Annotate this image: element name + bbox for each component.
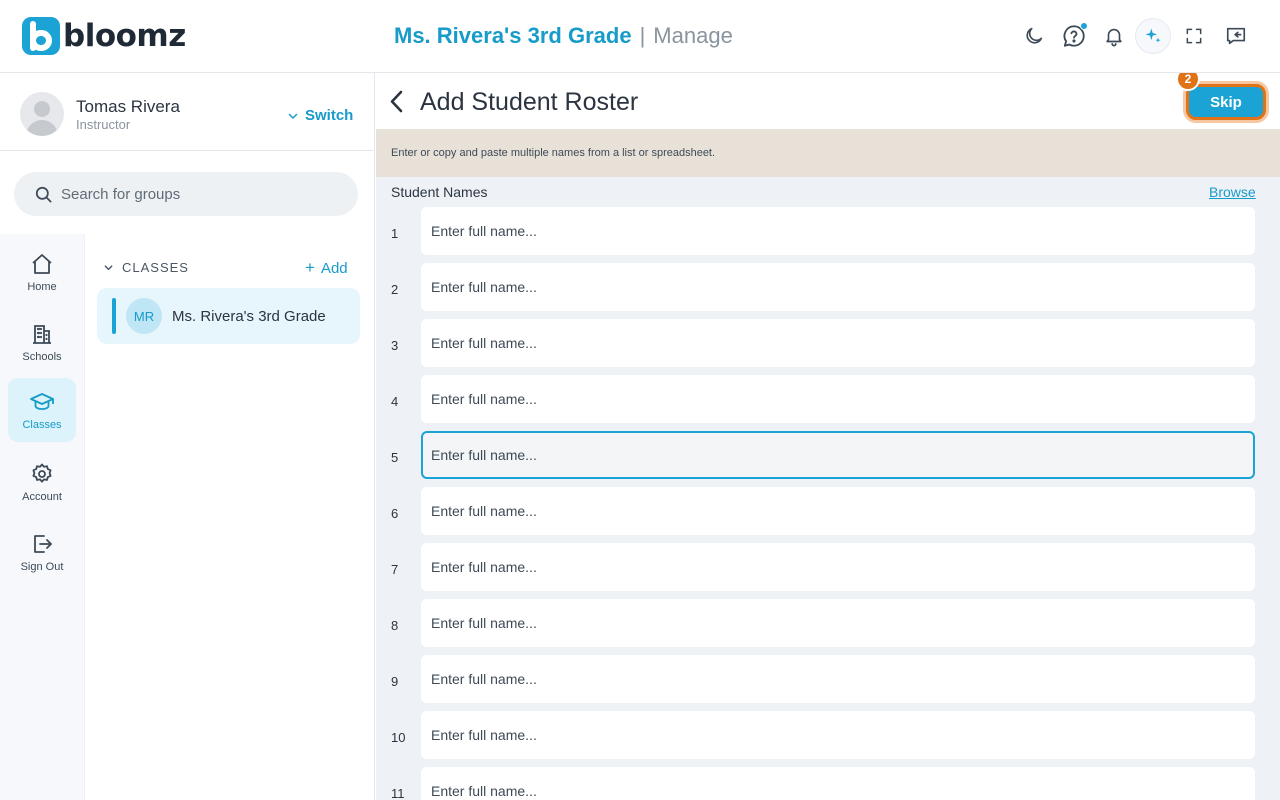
student-name-input[interactable] <box>421 375 1255 423</box>
notification-dot <box>1080 22 1088 30</box>
main-content: Add Student Roster Skip 2 Enter or copy … <box>376 73 1280 800</box>
chevron-down-icon <box>288 113 298 119</box>
profile-role: Instructor <box>76 117 131 132</box>
logo-text: bloomz <box>63 18 186 54</box>
nav-sign-out[interactable]: Sign Out <box>8 520 76 584</box>
row-number: 5 <box>391 450 399 465</box>
back-button[interactable] <box>386 89 408 115</box>
student-row: 2 <box>376 263 1280 319</box>
class-name: Ms. Rivera's 3rd Grade <box>172 308 326 325</box>
student-name-input[interactable] <box>421 543 1255 591</box>
logo-mark-icon <box>22 17 60 55</box>
row-number: 11 <box>391 786 405 800</box>
selected-indicator <box>112 298 116 334</box>
sparkle-icon[interactable] <box>1135 18 1171 54</box>
feedback-icon[interactable] <box>1218 18 1254 54</box>
profile-header: Tomas Rivera Instructor Switch <box>0 73 375 151</box>
graduation-cap-icon <box>30 393 54 410</box>
student-row: 8 <box>376 599 1280 655</box>
nav-schools-label: Schools <box>22 351 62 363</box>
help-icon[interactable] <box>1056 18 1092 54</box>
gear-icon <box>32 463 52 483</box>
group-list-panel: CLASSES + Add MR Ms. Rivera's 3rd Grade <box>85 234 375 800</box>
student-row: 11 <box>376 767 1280 800</box>
student-row: 10 <box>376 711 1280 767</box>
nav-account[interactable]: Account <box>8 450 76 514</box>
class-list-item[interactable]: MR Ms. Rivera's 3rd Grade <box>97 288 360 344</box>
student-row: 4 <box>376 375 1280 431</box>
nav-home[interactable]: Home <box>8 240 76 304</box>
chevron-down-icon <box>104 265 113 271</box>
student-name-input[interactable] <box>421 599 1255 647</box>
nav-classes-label: Classes <box>22 419 62 431</box>
page-title: Add Student Roster <box>420 88 639 116</box>
row-number: 4 <box>391 394 399 409</box>
group-search[interactable] <box>14 172 358 216</box>
class-initials-avatar: MR <box>126 298 162 334</box>
left-panel: Tomas Rivera Instructor Switch Home Scho… <box>0 73 375 800</box>
student-names-label: Student Names <box>391 184 488 200</box>
instruction-banner: Enter or copy and paste multiple names f… <box>376 129 1280 177</box>
header-separator: | <box>639 23 646 48</box>
student-name-input[interactable] <box>421 767 1255 800</box>
plus-icon: + <box>305 258 315 277</box>
avatar[interactable] <box>20 92 64 136</box>
row-number: 2 <box>391 282 399 297</box>
student-name-input[interactable] <box>421 431 1255 479</box>
browse-link[interactable]: Browse <box>1209 184 1256 200</box>
student-name-input[interactable] <box>421 263 1255 311</box>
fullscreen-icon[interactable] <box>1176 18 1212 54</box>
student-name-input[interactable] <box>421 655 1255 703</box>
row-number: 1 <box>391 226 399 241</box>
page-context-title: Ms. Rivera's 3rd Grade | Manage <box>394 22 733 50</box>
switch-label: Switch <box>305 107 354 124</box>
bloomz-logo[interactable]: bloomz <box>22 17 186 55</box>
profile-name: Tomas Rivera <box>76 97 180 116</box>
student-row: 6 <box>376 487 1280 543</box>
nav-schools[interactable]: Schools <box>8 310 76 374</box>
sign-out-icon <box>34 535 52 553</box>
classes-section-toggle[interactable]: CLASSES <box>103 260 189 275</box>
row-number: 3 <box>391 338 399 353</box>
student-name-input[interactable] <box>421 207 1255 255</box>
switch-button[interactable]: Switch <box>287 107 353 124</box>
search-icon <box>35 186 52 202</box>
add-class-label: Add <box>320 259 348 277</box>
row-number: 10 <box>391 730 406 745</box>
row-number: 6 <box>391 506 399 521</box>
nav-rail: Home Schools Classes Account Sign Out <box>0 234 85 800</box>
student-row: 3 <box>376 319 1280 375</box>
student-row: 1 <box>376 207 1280 263</box>
home-icon <box>32 254 52 274</box>
student-name-list: 1 2 3 4 5 6 7 8 9 10 11 <box>376 207 1280 800</box>
skip-button[interactable]: Skip <box>1186 84 1266 120</box>
nav-classes[interactable]: Classes <box>8 378 76 442</box>
nav-home-label: Home <box>27 281 57 293</box>
moon-icon[interactable] <box>1016 18 1052 54</box>
student-name-input[interactable] <box>421 487 1255 535</box>
row-number: 9 <box>391 674 399 689</box>
header-section: Manage <box>653 23 733 48</box>
row-number: 8 <box>391 618 399 633</box>
student-name-input[interactable] <box>421 711 1255 759</box>
row-number: 7 <box>391 562 399 577</box>
building-icon <box>33 325 51 344</box>
header-class-name[interactable]: Ms. Rivera's 3rd Grade <box>394 23 632 48</box>
student-row: 5 <box>376 431 1280 487</box>
nav-sign-out-label: Sign Out <box>20 561 64 573</box>
student-name-input[interactable] <box>421 319 1255 367</box>
nav-account-label: Account <box>22 491 62 503</box>
student-row: 9 <box>376 655 1280 711</box>
search-input[interactable] <box>61 185 331 203</box>
chevron-left-icon <box>390 90 403 113</box>
bell-icon[interactable] <box>1096 18 1132 54</box>
classes-section-label: CLASSES <box>122 260 189 275</box>
student-row: 7 <box>376 543 1280 599</box>
add-class-button[interactable]: + Add <box>305 258 348 278</box>
top-bar: bloomz Ms. Rivera's 3rd Grade | Manage <box>0 0 1280 73</box>
page-header: Add Student Roster <box>376 73 1280 129</box>
